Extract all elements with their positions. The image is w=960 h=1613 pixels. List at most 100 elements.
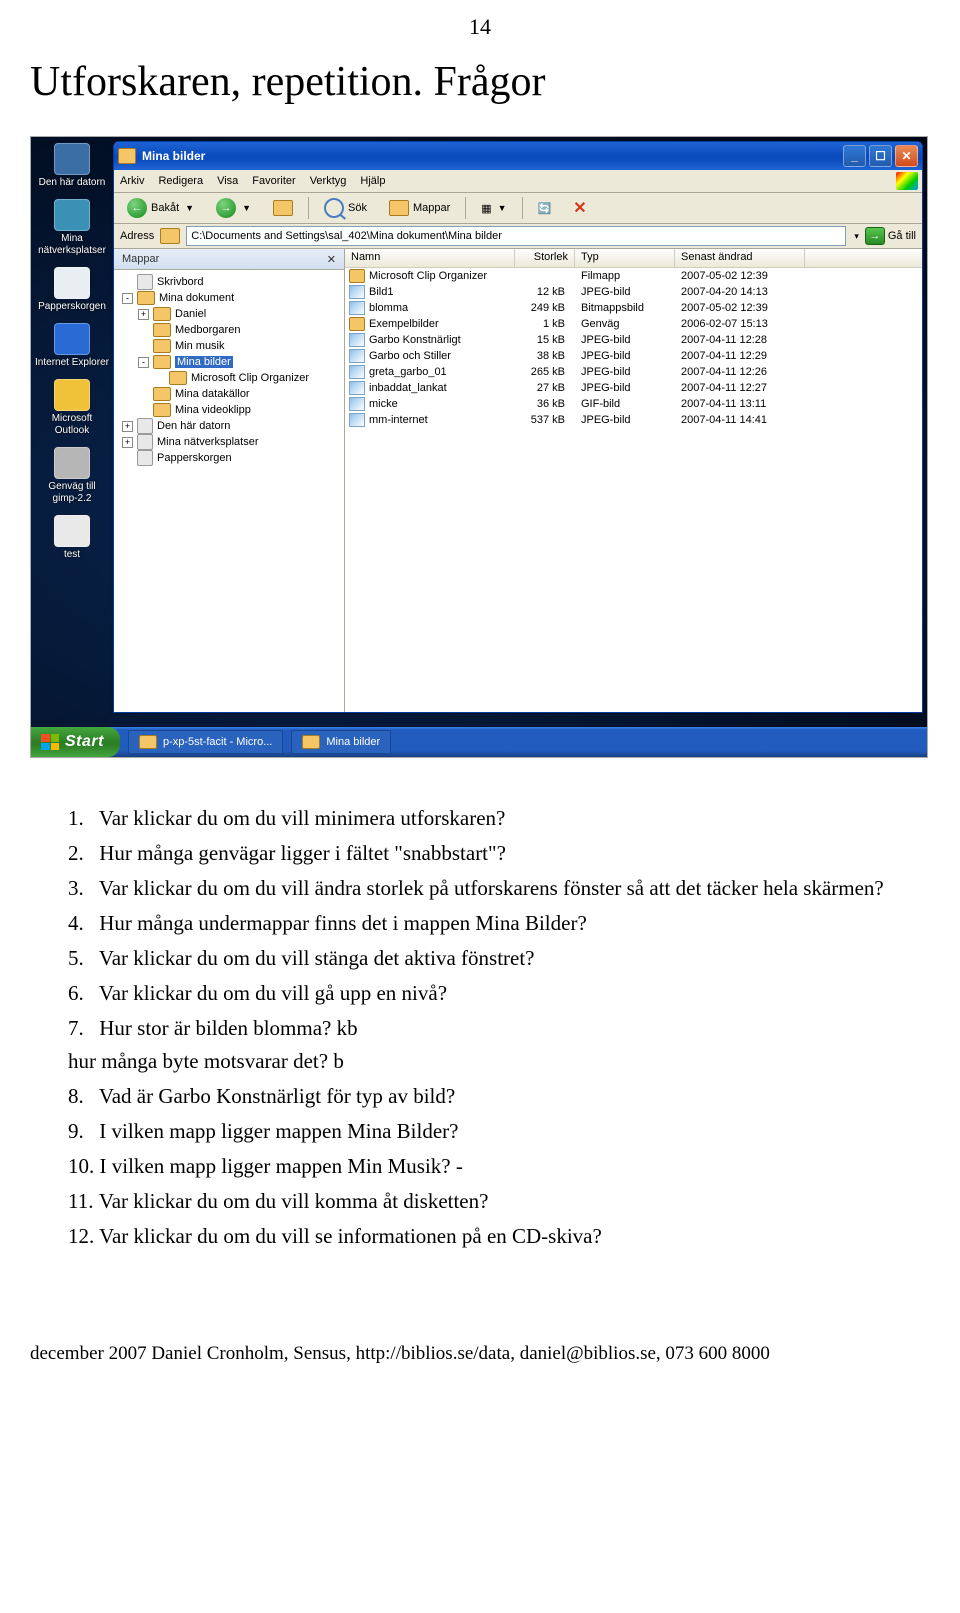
back-button[interactable]: ← Bakåt ▼: [120, 195, 201, 221]
file-icon: [349, 397, 365, 411]
tree-node[interactable]: Mina videoklipp: [122, 402, 342, 418]
file-row[interactable]: blomma249 kBBitmappsbild2007-05-02 12:39: [345, 300, 922, 316]
go-icon: →: [865, 227, 885, 245]
menu-item[interactable]: Verktyg: [310, 175, 347, 187]
tree-node[interactable]: Microsoft Clip Organizer: [122, 370, 342, 386]
tree-node[interactable]: + Mina nätverksplatser: [122, 434, 342, 450]
tree-label: Mina nätverksplatser: [157, 436, 259, 448]
file-list: Namn Storlek Typ Senast ändrad Microsoft…: [345, 249, 922, 712]
col-date[interactable]: Senast ändrad: [675, 249, 805, 267]
start-button[interactable]: Start: [31, 727, 120, 757]
menu-item[interactable]: Visa: [217, 175, 238, 187]
file-size: 27 kB: [515, 382, 575, 394]
go-button[interactable]: → Gå till: [865, 227, 916, 245]
desktop-glyph-icon: [54, 143, 90, 175]
tree-label: Medborgaren: [175, 324, 240, 336]
tree-label: Mina videoklipp: [175, 404, 251, 416]
app-icon: [139, 735, 157, 749]
file-type: JPEG-bild: [575, 334, 675, 346]
desktop-icon[interactable]: Internet Explorer: [35, 323, 109, 369]
tree-node[interactable]: Skrivbord: [122, 274, 342, 290]
search-label: Sök: [348, 202, 367, 214]
file-name: Garbo och Stiller: [369, 350, 451, 362]
question-item: 3. Var klickar du om du vill ändra storl…: [68, 872, 930, 905]
folders-button[interactable]: Mappar: [382, 197, 457, 219]
delete-button[interactable]: ✕: [566, 195, 593, 221]
file-row[interactable]: inbaddat_lankat27 kBJPEG-bild2007-04-11 …: [345, 380, 922, 396]
file-row[interactable]: Bild112 kBJPEG-bild2007-04-20 14:13: [345, 284, 922, 300]
maximize-button[interactable]: ☐: [869, 145, 892, 167]
sync-button[interactable]: 🔄: [531, 199, 559, 218]
tree-node[interactable]: + Den här datorn: [122, 418, 342, 434]
address-label: Adress: [120, 230, 154, 242]
col-type[interactable]: Typ: [575, 249, 675, 267]
file-row[interactable]: Garbo Konstnärligt15 kBJPEG-bild2007-04-…: [345, 332, 922, 348]
minimize-button[interactable]: _: [843, 145, 866, 167]
close-button[interactable]: ✕: [895, 145, 918, 167]
expand-icon[interactable]: +: [122, 437, 133, 448]
desktop-icon-label: Genväg till gimp-2.2: [35, 481, 109, 505]
search-button[interactable]: Sök: [317, 195, 374, 221]
file-date: 2007-05-02 12:39: [675, 302, 805, 314]
file-row[interactable]: micke36 kBGIF-bild2007-04-11 13:11: [345, 396, 922, 412]
col-name[interactable]: Namn: [345, 249, 515, 267]
col-size[interactable]: Storlek: [515, 249, 575, 267]
file-size: 1 kB: [515, 318, 575, 330]
tree-node[interactable]: - Mina bilder: [122, 354, 342, 370]
menu-item[interactable]: Hjälp: [360, 175, 385, 187]
desktop-icon[interactable]: Den här datorn: [35, 143, 109, 189]
tree-label: Den här datorn: [157, 420, 230, 432]
menu-item[interactable]: Favoriter: [252, 175, 295, 187]
desktop-icon[interactable]: Genväg till gimp-2.2: [35, 447, 109, 505]
address-bar: Adress ▾ → Gå till: [114, 224, 922, 249]
column-headers[interactable]: Namn Storlek Typ Senast ändrad: [345, 249, 922, 268]
question-item: 5. Var klickar du om du vill stänga det …: [68, 942, 930, 975]
back-icon: ←: [127, 198, 147, 218]
file-row[interactable]: mm-internet537 kBJPEG-bild2007-04-11 14:…: [345, 412, 922, 428]
menu-item[interactable]: Redigera: [158, 175, 203, 187]
titlebar[interactable]: Mina bilder _ ☐ ✕: [114, 142, 922, 170]
taskbar-button[interactable]: p-xp-5st-facit - Micro...: [128, 730, 283, 754]
desktop-icon[interactable]: Papperskorgen: [35, 267, 109, 313]
desktop-icon-label: test: [35, 549, 109, 561]
expand-icon[interactable]: -: [138, 357, 149, 368]
taskbar-button[interactable]: Mina bilder: [291, 730, 391, 754]
file-row[interactable]: Exempelbilder1 kBGenväg2006-02-07 15:13: [345, 316, 922, 332]
expand-icon[interactable]: -: [122, 293, 133, 304]
question-item: 8. Vad är Garbo Konstnärligt för typ av …: [68, 1080, 930, 1113]
tree-node[interactable]: Medborgaren: [122, 322, 342, 338]
tree-node[interactable]: Mina datakällor: [122, 386, 342, 402]
tree-node[interactable]: Papperskorgen: [122, 450, 342, 466]
expand-icon[interactable]: +: [138, 309, 149, 320]
file-type: JPEG-bild: [575, 366, 675, 378]
desktop-icon[interactable]: Microsoft Outlook: [35, 379, 109, 437]
file-row[interactable]: greta_garbo_01265 kBJPEG-bild2007-04-11 …: [345, 364, 922, 380]
tree-label: Mina bilder: [175, 356, 233, 368]
file-date: 2007-04-11 12:29: [675, 350, 805, 362]
tree-node[interactable]: Min musik: [122, 338, 342, 354]
up-button[interactable]: [266, 197, 300, 219]
close-icon[interactable]: ✕: [327, 253, 336, 266]
file-row[interactable]: Garbo och Stiller38 kBJPEG-bild2007-04-1…: [345, 348, 922, 364]
folder-icon: [153, 403, 171, 417]
desktop-icon[interactable]: test: [35, 515, 109, 561]
desktop-glyph-icon: [54, 267, 90, 299]
tree-node[interactable]: -Mina dokument: [122, 290, 342, 306]
tree-node[interactable]: +Daniel: [122, 306, 342, 322]
file-name: Microsoft Clip Organizer: [369, 270, 487, 282]
desktop-glyph-icon: [54, 515, 90, 547]
views-button[interactable]: ▦▼: [474, 199, 513, 218]
file-row[interactable]: Microsoft Clip OrganizerFilmapp2007-05-0…: [345, 268, 922, 284]
forward-button[interactable]: → ▼: [209, 195, 258, 221]
desktop-icon[interactable]: Mina nätverksplatser: [35, 199, 109, 257]
taskbar: Start p-xp-5st-facit - Micro... Mina bild…: [31, 727, 927, 757]
address-input[interactable]: [186, 226, 846, 246]
expand-icon[interactable]: +: [122, 421, 133, 432]
folder-icon: [160, 228, 180, 244]
chevron-down-icon[interactable]: ▾: [854, 231, 859, 242]
folder-up-icon: [273, 200, 293, 216]
system-icon: [137, 274, 153, 290]
menu-item[interactable]: Arkiv: [120, 175, 144, 187]
file-name: micke: [369, 398, 398, 410]
file-name: inbaddat_lankat: [369, 382, 447, 394]
